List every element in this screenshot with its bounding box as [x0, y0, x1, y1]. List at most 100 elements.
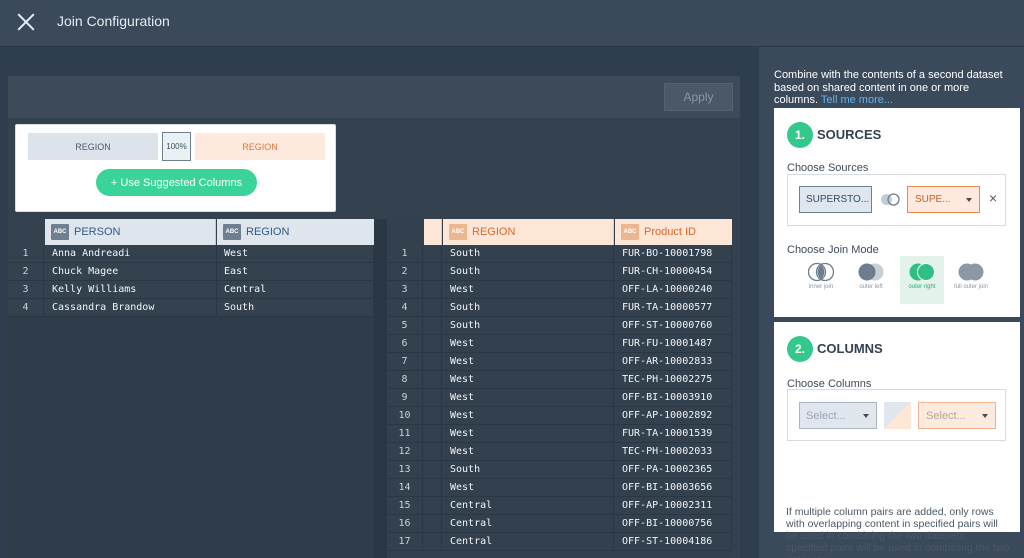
table-cell: TEC-PH-10002033 — [615, 442, 732, 461]
table-cell: Anna Andreadi — [45, 244, 217, 263]
row-number: 8 — [387, 370, 423, 389]
row-number: 4 — [387, 298, 423, 317]
right-match-column[interactable]: REGION — [195, 133, 325, 160]
row-number: 5 — [387, 316, 423, 335]
marker-cell — [424, 514, 442, 533]
remove-source-icon[interactable]: × — [989, 191, 997, 205]
right-column-select[interactable]: Select... — [918, 402, 996, 429]
column-header-person[interactable]: ABC PERSON — [45, 219, 216, 245]
table-cell: Chuck Magee — [45, 262, 217, 281]
row-number: 14 — [387, 478, 423, 497]
right-source-value: SUPE... — [915, 194, 951, 205]
use-suggested-columns-button[interactable]: + Use Suggested Columns — [96, 169, 257, 196]
row-number: 3 — [8, 280, 44, 299]
table-cell: Central — [443, 532, 614, 551]
select-placeholder: Select... — [926, 409, 966, 422]
table-cell: West — [443, 388, 614, 407]
apply-button[interactable]: Apply — [664, 83, 733, 111]
table-cell: West — [443, 478, 614, 497]
column-header-product-id[interactable]: ABC Product ID — [615, 219, 732, 245]
right-source-dropdown[interactable]: SUPE... — [907, 186, 980, 213]
tell-me-more-link[interactable]: Tell me more... — [821, 94, 893, 106]
row-number: 17 — [387, 532, 423, 551]
table-cell: South — [217, 298, 374, 317]
table-divider — [374, 219, 387, 558]
join-mode-outer-left[interactable]: outer left — [850, 256, 892, 304]
table-row: 3 Kelly Williams Central — [8, 280, 374, 299]
column-header-region[interactable]: ABC REGION — [217, 219, 374, 245]
join-mode-outer-right[interactable]: outer right — [900, 256, 944, 304]
join-mode-full-outer[interactable]: full outer join — [950, 256, 992, 304]
table-row: 10 West OFF-AP-10002892 — [387, 406, 732, 425]
link-icon — [881, 193, 900, 206]
marker-cell — [424, 352, 442, 371]
row-number: 6 — [387, 334, 423, 353]
join-mode-label: outer right — [908, 284, 936, 290]
text-type-icon: ABC — [621, 224, 639, 240]
row-number: 7 — [387, 352, 423, 371]
left-column-select[interactable]: Select... — [799, 402, 877, 429]
table-cell: South — [443, 262, 614, 281]
table-cell: West — [217, 244, 374, 263]
title-bar: Join Configuration — [0, 0, 1024, 47]
left-match-column[interactable]: REGION — [28, 133, 158, 160]
step-number: 2. — [787, 336, 813, 362]
outer-right-join-icon — [909, 263, 935, 281]
table-cell: South — [443, 460, 614, 479]
table-row: 16 Central OFF-BI-10000756 — [387, 514, 732, 533]
table-cell: West — [443, 334, 614, 353]
column-header-label: REGION — [246, 226, 290, 238]
table-row: 9 West OFF-BI-10003910 — [387, 388, 732, 407]
table-cell: OFF-AP-10002892 — [615, 406, 732, 425]
table-cell: West — [443, 406, 614, 425]
marker-cell — [424, 244, 442, 263]
row-number: 1 — [8, 244, 44, 263]
table-cell: FUR-TA-10001539 — [615, 424, 732, 443]
join-settings-panel: Combine with the contents of a second da… — [759, 47, 1024, 558]
column-match-box: REGION 100% REGION + Use Suggested Colum… — [15, 124, 336, 212]
row-number: 12 — [387, 442, 423, 461]
table-cell: South — [443, 244, 614, 263]
table-cell: OFF-LA-10000240 — [615, 280, 732, 299]
row-number-header — [8, 219, 44, 245]
chevron-down-icon — [966, 198, 972, 202]
match-percent-badge: 100% — [162, 132, 191, 161]
table-row: 15 Central OFF-AP-10002311 — [387, 496, 732, 515]
marker-cell — [424, 388, 442, 407]
table-cell: West — [443, 370, 614, 389]
text-type-icon: ABC — [223, 224, 241, 240]
close-icon[interactable] — [14, 10, 38, 34]
chevron-down-icon — [863, 414, 869, 418]
marker-cell — [424, 442, 442, 461]
outer-left-join-icon — [858, 263, 884, 281]
table-cell: FUR-FU-10001487 — [615, 334, 732, 353]
join-mode-inner[interactable]: inner join — [800, 256, 842, 304]
section-title: SOURCES — [817, 127, 882, 142]
step-number: 1. — [787, 122, 813, 148]
empty-area — [8, 317, 374, 558]
table-row: 4 Cassandra Brandow South — [8, 298, 374, 317]
join-mode-label: full outer join — [953, 284, 989, 290]
row-number: 16 — [387, 514, 423, 533]
join-preview-panel: Apply REGION 100% REGION + Use Suggested… — [8, 76, 740, 558]
marker-cell — [424, 478, 442, 497]
table-cell: TEC-PH-10002275 — [615, 370, 732, 389]
row-number: 10 — [387, 406, 423, 425]
row-number: 3 — [387, 280, 423, 299]
choose-sources-label: Choose Sources — [787, 162, 869, 174]
table-row: 6 West FUR-FU-10001487 — [387, 334, 732, 353]
left-dataset-table: ABC PERSON ABC REGION 1 Anna Andreadi West… — [8, 219, 374, 558]
row-number: 15 — [387, 496, 423, 515]
row-number: 1 — [387, 244, 423, 263]
marker-cell — [424, 532, 442, 551]
table-row: 2 Chuck Magee East — [8, 262, 374, 281]
column-header-label: REGION — [472, 226, 516, 238]
table-row: 2 South FUR-CH-10000454 — [387, 262, 732, 281]
table-cell: FUR-TA-10000577 — [615, 298, 732, 317]
column-header-label: Product ID — [644, 226, 696, 238]
left-source[interactable]: SUPERSTO... — [799, 186, 872, 213]
section-title: COLUMNS — [817, 341, 883, 356]
column-header-region[interactable]: ABC REGION — [443, 219, 614, 245]
column-pair-icon — [884, 402, 911, 429]
table-cell: Central — [443, 514, 614, 533]
